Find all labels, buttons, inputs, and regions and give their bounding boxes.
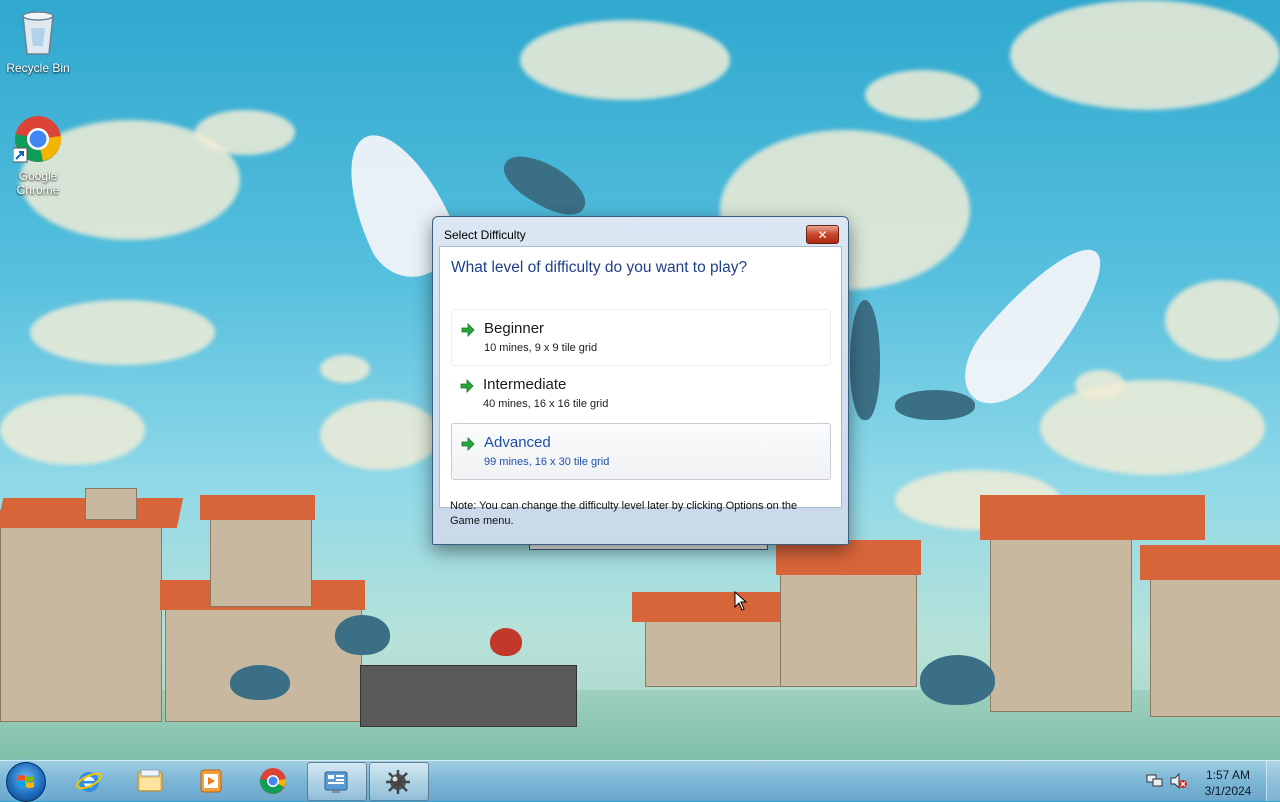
taskbar-internet-explorer[interactable] [61, 762, 119, 799]
taskbar-google-chrome[interactable] [245, 762, 303, 799]
windows-explorer-icon [137, 769, 163, 792]
option-intermediate[interactable]: Intermediate 40 mines, 16 x 16 tile grid [451, 366, 829, 421]
green-arrow-icon [461, 437, 475, 451]
start-button[interactable] [6, 762, 46, 802]
chrome-icon [0, 114, 76, 167]
taskbar-windows-explorer[interactable] [122, 762, 180, 799]
option-description: 10 mines, 9 x 9 tile grid [484, 342, 598, 354]
desktop-icon-label: Recycle Bin [6, 61, 70, 75]
windows-logo-icon [18, 775, 34, 788]
difficulty-question: What level of difficulty do you want to … [451, 259, 748, 276]
recycle-bin-icon [0, 6, 76, 59]
option-advanced[interactable]: Advanced 99 mines, 16 x 30 tile grid [451, 423, 831, 480]
taskbar-control-panel[interactable] [307, 762, 367, 801]
taskbar: 1:57 AM 3/1/2024 [0, 760, 1280, 802]
close-button[interactable]: ✕ [806, 225, 839, 244]
media-player-icon [200, 769, 222, 793]
green-arrow-icon [461, 323, 475, 337]
difficulty-note: Note: You can change the difficulty leve… [450, 500, 798, 527]
desktop-icon-google-chrome[interactable]: Google Chrome [0, 114, 76, 197]
dialog-title: Select Difficulty [444, 228, 526, 242]
dialog-content: What level of difficulty do you want to … [439, 246, 842, 508]
option-name: Beginner [484, 320, 545, 337]
minesweeper-icon [386, 770, 410, 794]
control-panel-icon [324, 771, 348, 793]
desktop-icon-label: Google Chrome [16, 169, 60, 197]
system-clock[interactable]: 1:57 AM 3/1/2024 [1196, 767, 1260, 799]
option-name: Intermediate [483, 376, 567, 393]
desktop-icon-recycle-bin[interactable]: Recycle Bin [0, 6, 76, 75]
volume-muted-icon[interactable] [1170, 773, 1188, 789]
select-difficulty-dialog: Select Difficulty ✕ What level of diffic… [432, 216, 849, 545]
show-desktop-button[interactable] [1266, 761, 1280, 801]
chrome-icon [259, 768, 287, 794]
clock-time: 1:57 AM [1205, 768, 1251, 782]
option-beginner[interactable]: Beginner 10 mines, 9 x 9 tile grid [451, 309, 831, 366]
taskbar-media-player[interactable] [183, 762, 241, 799]
clock-date: 3/1/2024 [1204, 784, 1252, 798]
option-name: Advanced [484, 434, 551, 451]
taskbar-minesweeper[interactable] [369, 762, 429, 801]
option-description: 99 mines, 16 x 30 tile grid [484, 456, 610, 468]
internet-explorer-icon [76, 772, 102, 792]
option-description: 40 mines, 16 x 16 tile grid [483, 398, 609, 410]
green-arrow-icon [460, 379, 474, 393]
network-icon[interactable] [1146, 773, 1164, 789]
close-icon: ✕ [817, 227, 828, 242]
